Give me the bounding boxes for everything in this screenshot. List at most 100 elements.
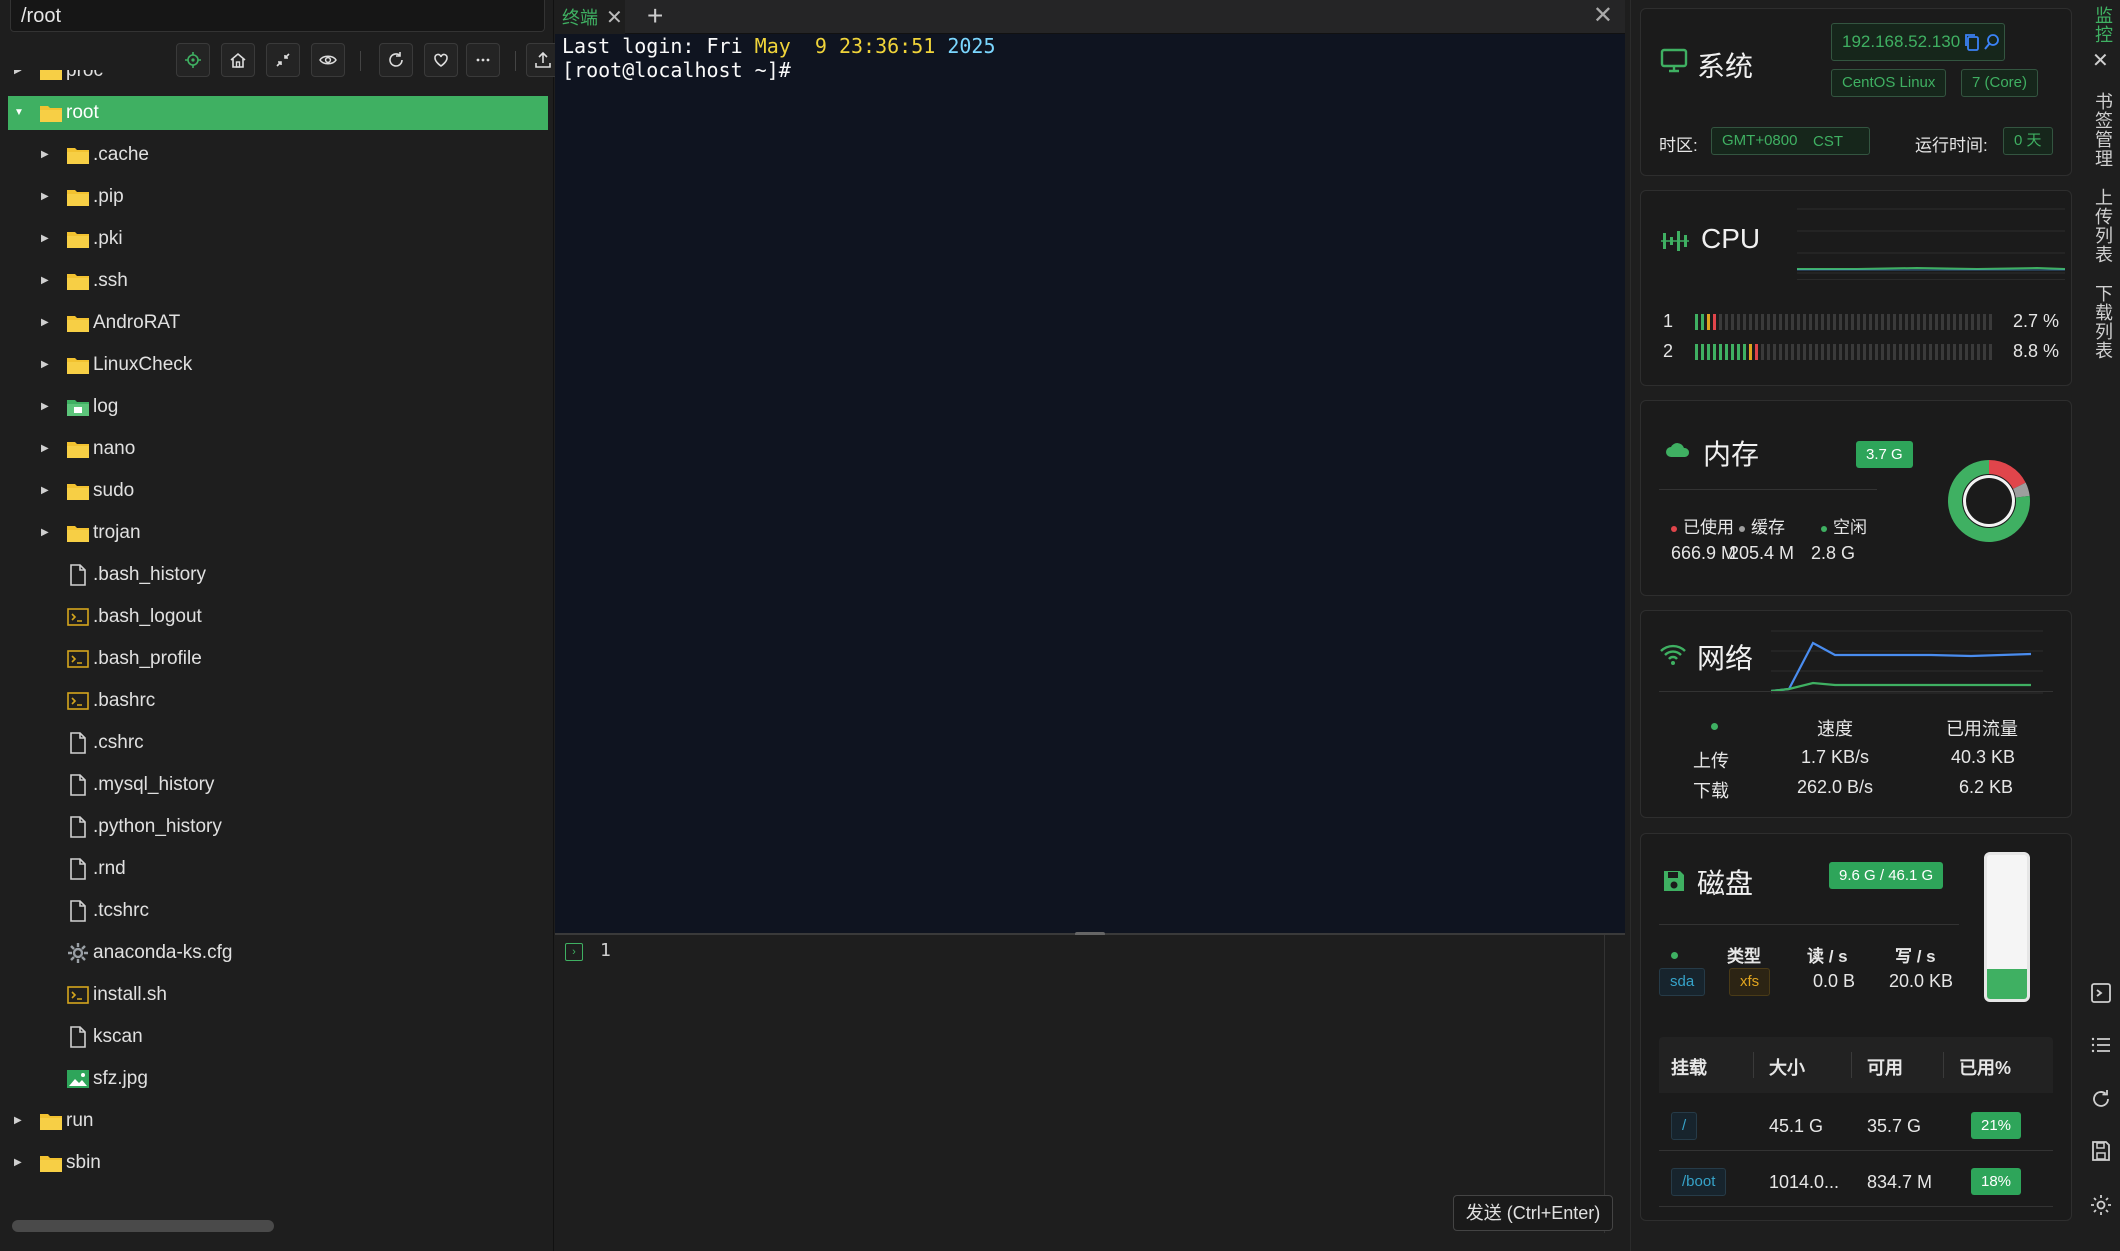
os-chip: CentOS Linux (1831, 69, 1947, 97)
tab-terminal[interactable]: 终端 ✕ (555, 0, 625, 34)
cpu-card: CPU 1 2.7 % 2 8.8 % (1640, 190, 2072, 386)
close-icon[interactable]: ✕ (606, 5, 623, 30)
cpu-core-list: 1 2.7 % 2 8.8 % (1641, 191, 2073, 387)
tree-row[interactable]: ▶ log (8, 390, 548, 424)
search-icon[interactable] (1983, 32, 2001, 52)
new-tab-button[interactable]: + (647, 1, 663, 31)
tree-row[interactable]: ▶ LinuxCheck (8, 348, 548, 382)
cpu-meter-segment (1929, 314, 1932, 330)
tree-row[interactable]: kscan (8, 1020, 548, 1054)
tree-row[interactable]: ▶ trojan (8, 516, 548, 550)
cpu-meter-segment (1803, 314, 1806, 330)
tree-row[interactable]: .bash_logout (8, 600, 548, 634)
copy-icon[interactable] (1963, 32, 1981, 52)
sidebar-tab-downloads[interactable]: 下载列表 (2090, 284, 2116, 360)
cpu-core-id: 1 (1663, 311, 1674, 331)
sidebar-save-button[interactable] (2088, 1138, 2114, 1164)
caret-down-icon[interactable]: ▼ (14, 107, 26, 119)
eye-icon (319, 55, 337, 65)
cpu-meter-segment (1803, 344, 1806, 360)
caret-right-icon[interactable]: ▶ (41, 527, 53, 539)
cpu-meter-segment (1827, 314, 1830, 330)
caret-right-icon[interactable]: ▶ (14, 70, 26, 77)
tree-row[interactable]: install.sh (8, 978, 548, 1012)
caret-right-icon[interactable]: ▶ (14, 1115, 26, 1127)
tree-row[interactable]: sfz.jpg (8, 1062, 548, 1096)
caret-right-icon[interactable]: ▶ (41, 485, 53, 497)
refresh-icon (2093, 1090, 2109, 1107)
mount-path-chip[interactable]: / (1671, 1112, 1698, 1140)
run-line-icon[interactable]: › (565, 943, 583, 961)
tree-row[interactable]: ▶ sudo (8, 474, 548, 508)
cpu-meter-segment (1791, 314, 1794, 330)
tree-row[interactable]: ▶ .ssh (8, 264, 548, 298)
tree-row[interactable]: ▼ root (8, 96, 548, 130)
tree-item-name: .tcshrc (93, 900, 149, 921)
sidebar-tab-uploads[interactable]: 上传列表 (2090, 188, 2116, 264)
line-number: 1 (600, 940, 611, 961)
editor-scrollbar[interactable] (1604, 935, 1605, 1233)
caret-right-icon[interactable]: ▶ (41, 359, 53, 371)
tree-row[interactable]: .cshrc (8, 726, 548, 760)
tree-row[interactable]: .bashrc (8, 684, 548, 718)
caret-right-icon[interactable]: ▶ (41, 191, 53, 203)
horizontal-scrollbar[interactable] (12, 1220, 274, 1232)
cpu-meter-segment (1941, 344, 1944, 360)
tree-row[interactable]: .tcshrc (8, 894, 548, 928)
tree-row[interactable]: .mysql_history (8, 768, 548, 802)
cpu-meter-segment (1749, 314, 1752, 330)
sidebar-refresh-button[interactable] (2088, 1086, 2114, 1112)
path-input[interactable]: /root (10, 0, 545, 32)
caret-right-icon[interactable]: ▶ (41, 149, 53, 161)
tree-row[interactable]: ▶ .pip (8, 180, 548, 214)
mount-path-chip[interactable]: /boot (1671, 1168, 1727, 1196)
tree-row[interactable]: ▶ .cache (8, 138, 548, 172)
caret-right-icon[interactable]: ▶ (41, 401, 53, 413)
tree-row[interactable]: ▶ proc (8, 70, 548, 88)
tree-row[interactable]: .bash_history (8, 558, 548, 592)
tree-row[interactable]: ▶ sbin (8, 1146, 548, 1180)
tree-row[interactable]: ▶ run (8, 1104, 548, 1138)
cpu-meter-segment (1833, 314, 1836, 330)
mount-used-badge: 21% (1971, 1112, 2022, 1139)
sidebar-close-icon[interactable]: ✕ (2092, 48, 2109, 73)
tree-row[interactable]: anaconda-ks.cfg (8, 936, 548, 970)
close-panel-icon[interactable]: ✕ (1593, 1, 1613, 30)
cpu-meter-segment (1947, 344, 1950, 360)
cpu-meter-segment (1893, 344, 1896, 360)
memory-card: 内存 3.7 G 已使用 666.9 M 缓存 205.4 M 空闲 2.8 G (1640, 400, 2072, 596)
tree-row[interactable]: ▶ AndroRAT (8, 306, 548, 340)
cpu-meter-segment (1815, 344, 1818, 360)
sidebar-tab-bookmarks[interactable]: 书签管理 (2090, 92, 2116, 168)
send-button[interactable]: 发送 (Ctrl+Enter) (1453, 1195, 1613, 1231)
sidebar-terminal-button[interactable] (2088, 980, 2114, 1006)
folder-icon (66, 270, 90, 292)
caret-right-icon[interactable]: ▶ (41, 275, 53, 287)
caret-right-icon[interactable]: ▶ (41, 233, 53, 245)
terminal-screen[interactable]: Last login: Fri May 9 23:36:51 2025 [roo… (555, 34, 1625, 935)
memory-legend-item: 缓存 (1739, 513, 1785, 538)
cpu-meter-segment (1917, 314, 1920, 330)
cpu-meter-segment (1953, 314, 1956, 330)
cpu-meter-segment (1701, 344, 1704, 360)
sidebar-list-button[interactable] (2088, 1032, 2114, 1058)
tree-row[interactable]: .python_history (8, 810, 548, 844)
caret-right-icon[interactable]: ▶ (41, 443, 53, 455)
sidebar-tab-monitor[interactable]: 监控 (2090, 6, 2116, 44)
cpu-meter-segment (1983, 314, 1986, 330)
caret-right-icon[interactable]: ▶ (14, 1157, 26, 1169)
cpu-meter-segment (1761, 314, 1764, 330)
tree-row[interactable]: .rnd (8, 852, 548, 886)
command-editor[interactable]: › 1 (555, 935, 1605, 1233)
tree-row[interactable]: ▶ .pki (8, 222, 548, 256)
collapse-icon (276, 53, 290, 67)
tree-row[interactable]: .bash_profile (8, 642, 548, 676)
cpu-meter-segment (1953, 344, 1956, 360)
tree-item-name: .pki (93, 228, 123, 249)
network-row-used: 6.2 KB (1959, 777, 2014, 797)
caret-right-icon[interactable]: ▶ (41, 317, 53, 329)
tree-row[interactable]: ▶ nano (8, 432, 548, 466)
uptime-label: 运行时间: (1915, 136, 1988, 155)
sidebar-settings-button[interactable] (2088, 1192, 2114, 1218)
cpu-meter-segment (1965, 344, 1968, 360)
